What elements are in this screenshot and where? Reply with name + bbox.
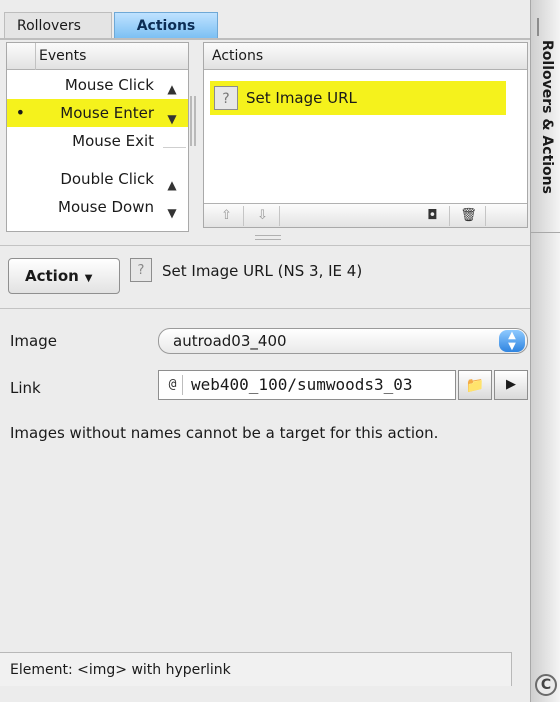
link-value: web400_100/sumwoods3_03 xyxy=(191,375,413,394)
link-label: Link xyxy=(10,379,41,397)
hint-text: Images without names cannot be a target … xyxy=(10,424,439,442)
event-item-mouse-down[interactable]: Mouse Down xyxy=(7,193,188,221)
collapse-icon[interactable]: C xyxy=(535,674,557,696)
new-action-icon[interactable]: ◘ xyxy=(416,206,450,226)
drawer-edge xyxy=(531,232,560,252)
event-item-mouse-enter[interactable]: • Mouse Enter xyxy=(7,99,188,127)
action-description: Set Image URL (NS 3, IE 4) xyxy=(162,262,363,280)
section-divider xyxy=(0,308,530,309)
tab-actions[interactable]: Actions xyxy=(114,12,218,38)
popup-stepper-icon: ▲ ▼ xyxy=(499,330,525,352)
move-down-icon[interactable]: ⇩ xyxy=(246,206,280,226)
event-label: Mouse Enter xyxy=(60,104,154,122)
selected-bullet-icon: • xyxy=(15,103,25,122)
scroll-down-icon[interactable]: ▼ xyxy=(163,109,181,129)
question-icon: ? xyxy=(214,86,238,110)
tab-rollovers[interactable]: Rollovers xyxy=(4,12,112,38)
image-label: Image xyxy=(10,332,57,350)
event-item-mouse-click[interactable]: Mouse Click xyxy=(7,71,188,99)
scroll-divider xyxy=(163,147,186,148)
actions-list: Actions ? Set Image URL ⇧ ⇩ ◘ 🗑 xyxy=(203,42,528,228)
header-separator xyxy=(35,43,36,70)
action-item-set-image-url[interactable]: ? Set Image URL xyxy=(210,81,506,115)
image-select[interactable]: autroad03_400 ▲ ▼ xyxy=(158,328,528,354)
link-type-icon[interactable]: @ xyxy=(163,375,183,395)
image-select-value: autroad03_400 xyxy=(173,332,287,350)
drawer-grip[interactable] xyxy=(537,18,539,36)
scroll-up-icon[interactable]: ▲ xyxy=(163,175,181,195)
horizontal-splitter[interactable] xyxy=(255,235,281,241)
event-label: Mouse Exit xyxy=(72,132,154,150)
action-label: Set Image URL xyxy=(246,89,357,107)
trash-icon[interactable]: 🗑 xyxy=(452,206,486,226)
tab-divider xyxy=(0,38,530,40)
question-icon: ? xyxy=(130,258,152,282)
actions-toolbar: ⇧ ⇩ ◘ 🗑 xyxy=(204,203,527,227)
action-menu-label: Action xyxy=(25,267,79,285)
scroll-down-icon[interactable]: ▼ xyxy=(163,203,181,223)
status-bar: Element: <img> with hyperlink xyxy=(0,652,512,686)
scroll-up-icon[interactable]: ▲ xyxy=(163,79,181,99)
event-item-mouse-exit[interactable]: Mouse Exit xyxy=(7,127,188,155)
vertical-splitter[interactable] xyxy=(190,96,196,146)
move-up-icon[interactable]: ⇧ xyxy=(210,206,244,226)
browse-folder-icon[interactable]: 📁 xyxy=(458,370,492,400)
actions-header: Actions xyxy=(204,43,527,70)
link-field[interactable]: @ web400_100/sumwoods3_03 xyxy=(158,370,456,400)
event-item-double-click[interactable]: Double Click xyxy=(7,165,188,193)
event-label: Mouse Click xyxy=(64,76,154,94)
palette-drawer-tab[interactable]: Rollovers & Actions C xyxy=(530,0,560,702)
chevron-down-icon: ▼ xyxy=(84,273,93,284)
event-label: Mouse Down xyxy=(58,198,154,216)
drawer-title: Rollovers & Actions xyxy=(539,40,555,194)
link-menu-arrow-icon[interactable]: ▶ xyxy=(494,370,528,400)
action-menu-button[interactable]: Action ▼ xyxy=(8,258,120,294)
events-list: Events Mouse Click • Mouse Enter Mouse E… xyxy=(6,42,189,232)
event-label: Double Click xyxy=(60,170,154,188)
section-divider xyxy=(0,245,530,246)
